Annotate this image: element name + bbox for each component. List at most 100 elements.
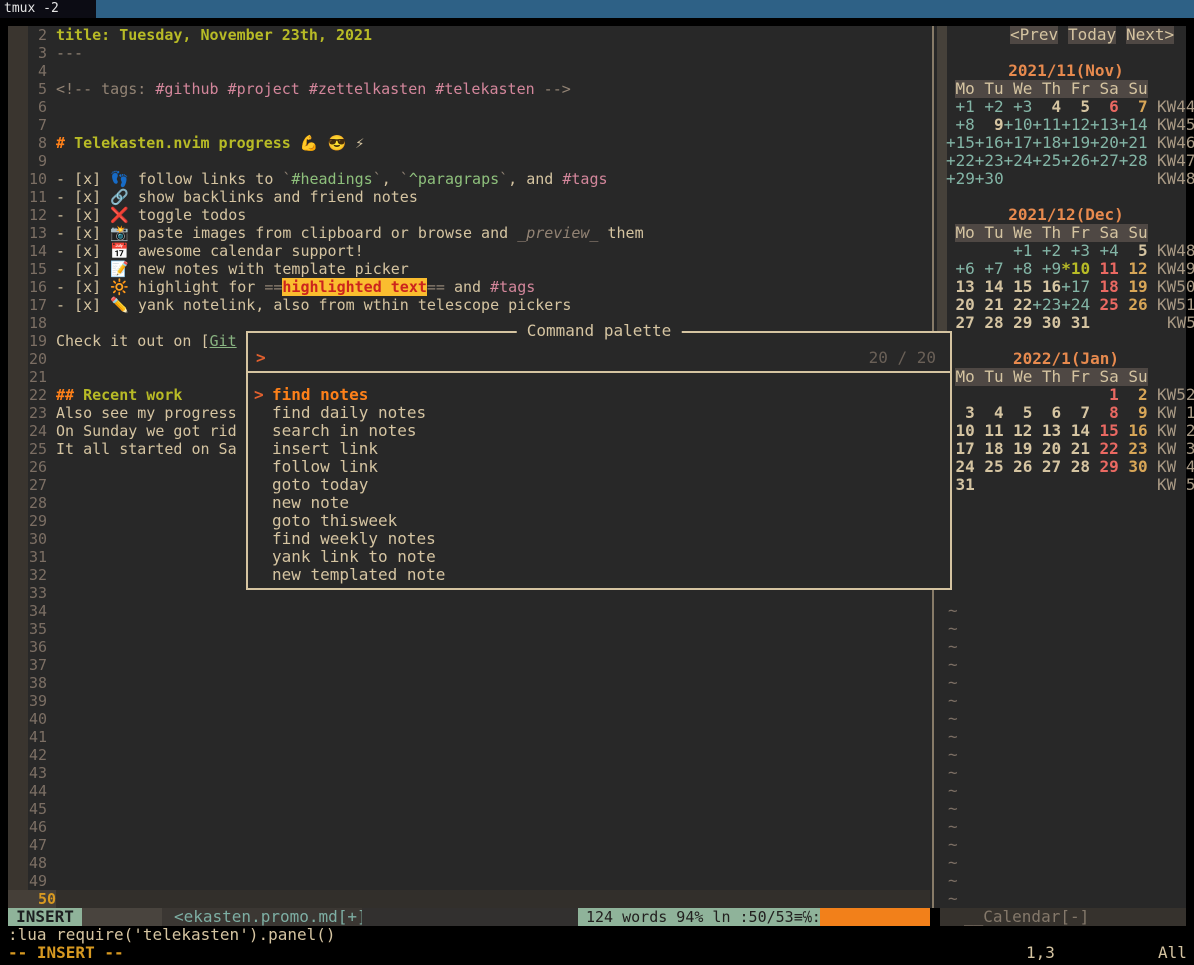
buffer-line-47[interactable]: 47 (8, 836, 930, 854)
calendar-day[interactable]: 28 (1061, 458, 1090, 476)
calendar-day[interactable]: +17 (1004, 134, 1033, 152)
calendar-day[interactable]: +30 (975, 170, 1004, 188)
calendar-day[interactable]: 20 (946, 296, 975, 314)
buffer-line-41[interactable]: 41 (8, 728, 930, 746)
calendar-day[interactable]: 5 (1004, 404, 1033, 422)
calendar-day[interactable]: 5 (1119, 242, 1148, 260)
buffer-line-39[interactable]: 39 (8, 692, 930, 710)
calendar-day[interactable]: 16 (1032, 278, 1061, 296)
calendar-day[interactable]: 2 (1119, 386, 1148, 404)
buffer-line-18[interactable]: 18 (8, 314, 930, 332)
calendar-day[interactable]: 31 (1061, 314, 1090, 332)
buffer-line-8[interactable]: 8# Telekasten.nvim progress 💪 😎 ⚡ (8, 134, 930, 152)
calendar-day[interactable]: +22 (946, 152, 975, 170)
calendar-day[interactable]: +8 (946, 116, 975, 134)
palette-item[interactable]: new templated note (272, 566, 445, 584)
calendar-day[interactable]: 1 (1090, 386, 1119, 404)
calendar-day[interactable]: 9 (975, 116, 1004, 134)
buffer-line-42[interactable]: 42 (8, 746, 930, 764)
buffer-line-6[interactable]: 6 (8, 98, 930, 116)
palette-item[interactable]: search in notes (272, 422, 417, 440)
calendar-day[interactable]: 30 (1119, 458, 1148, 476)
calendar-day[interactable]: 18 (975, 440, 1004, 458)
buffer-line-11[interactable]: 11- [x] 🔗 show backlinks and friend note… (8, 188, 930, 206)
palette-item[interactable]: new note (272, 494, 349, 512)
calendar-day[interactable]: 30 (1032, 314, 1061, 332)
buffer-line-4[interactable]: 4 (8, 62, 930, 80)
calendar-day[interactable]: +25 (1032, 152, 1061, 170)
calendar-day[interactable]: +3 (1061, 242, 1090, 260)
calendar-day[interactable]: 20 (1032, 440, 1061, 458)
palette-item[interactable]: insert link (272, 440, 378, 458)
calendar-day[interactable]: 27 (1032, 458, 1061, 476)
calendar-day[interactable]: +2 (975, 98, 1004, 116)
calendar-day[interactable]: +26 (1061, 152, 1090, 170)
calendar-day[interactable]: 7 (1061, 404, 1090, 422)
calendar-day[interactable]: 12 (1004, 422, 1033, 440)
calendar-day[interactable]: 22 (1090, 440, 1119, 458)
calendar-day[interactable]: 15 (1004, 278, 1033, 296)
buffer-line-40[interactable]: 40 (8, 710, 930, 728)
calendar-day[interactable]: +21 (1119, 134, 1148, 152)
calendar-day[interactable]: +29 (946, 170, 975, 188)
buffer-line-45[interactable]: 45 (8, 800, 930, 818)
buffer-line-36[interactable]: 36 (8, 638, 930, 656)
calendar-day[interactable]: 19 (1119, 278, 1148, 296)
palette-item[interactable]: goto thisweek (272, 512, 397, 530)
calendar-day[interactable]: +18 (1032, 134, 1061, 152)
calendar-day[interactable]: +4 (1090, 242, 1119, 260)
calendar-day[interactable]: 4 (975, 404, 1004, 422)
calendar-day[interactable]: +24 (1004, 152, 1033, 170)
calendar-day[interactable]: 21 (1061, 440, 1090, 458)
calendar-day[interactable]: 22 (1004, 296, 1033, 314)
buffer-line-43[interactable]: 43 (8, 764, 930, 782)
calendar-day[interactable]: 11 (1090, 260, 1119, 278)
calendar-day[interactable]: +7 (975, 260, 1004, 278)
calendar-day[interactable]: +24 (1061, 296, 1090, 314)
calendar-day[interactable]: +3 (1004, 98, 1033, 116)
palette-item[interactable]: find weekly notes (272, 530, 436, 548)
calendar-day[interactable]: 15 (1090, 422, 1119, 440)
calendar-day[interactable]: 13 (1032, 422, 1061, 440)
buffer-line-15[interactable]: 15- [x] 📝 new notes with template picker (8, 260, 930, 278)
calendar-day[interactable]: 11 (975, 422, 1004, 440)
calendar-day[interactable]: 27 (946, 314, 975, 332)
buffer-line-16[interactable]: 16- [x] 🔆 highlight for ==highlighted te… (8, 278, 930, 296)
calendar-day[interactable]: +16 (975, 134, 1004, 152)
buffer-line-5[interactable]: 5<!-- tags: #github #project #zettelkast… (8, 80, 930, 98)
palette-item[interactable]: follow link (272, 458, 378, 476)
buffer-line-37[interactable]: 37 (8, 656, 930, 674)
buffer-line-44[interactable]: 44 (8, 782, 930, 800)
calendar-day[interactable]: +17 (1061, 278, 1090, 296)
calendar-day[interactable]: 6 (1032, 404, 1061, 422)
palette-prompt-input[interactable] (274, 349, 860, 367)
calendar-day[interactable]: 23 (1119, 440, 1148, 458)
buffer-line-46[interactable]: 46 (8, 818, 930, 836)
buffer-line-50[interactable]: 50 (8, 890, 930, 908)
calendar-day[interactable]: +10 (1004, 116, 1033, 134)
buffer-line-9[interactable]: 9 (8, 152, 930, 170)
calendar-day[interactable]: 14 (975, 278, 1004, 296)
calendar-day[interactable]: 19 (1004, 440, 1033, 458)
calendar-day[interactable]: 7 (1119, 98, 1148, 116)
calendar-day[interactable]: +20 (1090, 134, 1119, 152)
calendar-day[interactable]: 4 (1032, 98, 1061, 116)
calendar-day[interactable]: +15 (946, 134, 975, 152)
buffer-line-38[interactable]: 38 (8, 674, 930, 692)
calendar-day[interactable]: 13 (946, 278, 975, 296)
calendar-day[interactable]: *10 (1061, 260, 1090, 278)
calendar-day[interactable]: 16 (1119, 422, 1148, 440)
calendar-day[interactable]: 26 (1119, 296, 1148, 314)
calendar-day[interactable]: 6 (1090, 98, 1119, 116)
calendar-day[interactable]: +14 (1119, 116, 1148, 134)
calendar-day[interactable]: 29 (1090, 458, 1119, 476)
palette-item[interactable]: yank link to note (272, 548, 436, 566)
buffer-line-2[interactable]: 2title: Tuesday, November 23th, 2021 (8, 26, 930, 44)
buffer-line-14[interactable]: 14- [x] 📅 awesome calendar support! (8, 242, 930, 260)
calendar-day[interactable]: +1 (1004, 242, 1033, 260)
calendar-day[interactable]: 9 (1119, 404, 1148, 422)
calendar-day[interactable]: +28 (1119, 152, 1148, 170)
calendar-day[interactable]: +11 (1032, 116, 1061, 134)
buffer-line-17[interactable]: 17- [x] ✏️ yank notelink, also from wthi… (8, 296, 930, 314)
calendar-day[interactable]: 12 (1119, 260, 1148, 278)
